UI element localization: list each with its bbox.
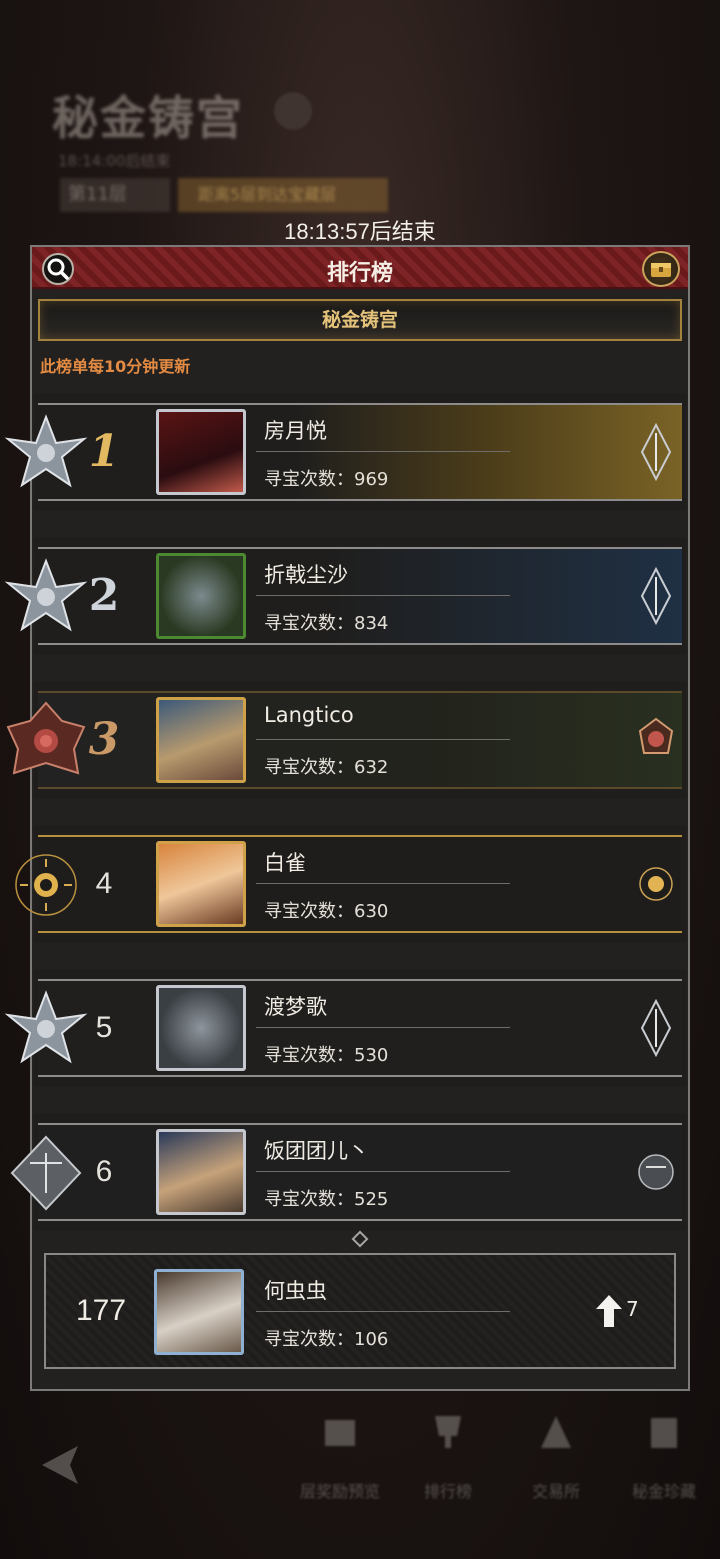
rank-number: 1	[88, 426, 120, 477]
player-name: 白雀	[264, 851, 306, 875]
event-countdown: 18:13:57后结束	[284, 219, 436, 244]
sword-emblem-icon	[640, 999, 672, 1057]
leaderboard-row[interactable]: 1 房月悦 寻宝次数：969	[4, 393, 686, 511]
treasure-count: 寻宝次数：525	[264, 1189, 389, 1210]
nav-label: 交易所	[531, 1482, 580, 1501]
treasure-count: 寻宝次数：969	[264, 469, 389, 490]
player-name: 折戟尘沙	[264, 563, 348, 587]
scales-badge-icon	[638, 1154, 674, 1190]
nav-label: 排行榜	[423, 1482, 472, 1501]
orbit-emblem-icon	[639, 867, 673, 901]
rank-number: 5	[95, 1011, 113, 1044]
update-notice: 此榜单每10分钟更新	[40, 357, 191, 376]
nav-exchange[interactable]: 交易所	[506, 1408, 606, 1508]
nav-reward-preview[interactable]: 层奖励预览	[290, 1408, 390, 1508]
leaderboard-row[interactable]: 5 渡梦歌 寻宝次数：530	[4, 969, 686, 1087]
back-arrow-icon[interactable]	[38, 1440, 92, 1490]
background-floor-label: 第11层	[60, 178, 170, 212]
rank-number: 6	[95, 1155, 113, 1188]
exchange-icon	[541, 1416, 571, 1448]
avatar[interactable]	[156, 985, 246, 1071]
background-title: 秘金铸宫	[52, 91, 244, 145]
arrow-up-icon	[596, 1295, 622, 1327]
leaderboard-header: 排行榜	[32, 247, 688, 289]
rank-change: 7	[626, 1297, 639, 1321]
leaderboard-panel: 排行榜 秘金铸宫 此榜单每10分钟更新 1 房月悦 寻宝次数：969 2 折戟尘…	[4, 245, 690, 1391]
nav-treasure-collection[interactable]: 秘金珍藏	[614, 1408, 714, 1508]
my-rank-number: 177	[75, 1294, 127, 1327]
treasure-count: 寻宝次数：530	[264, 1045, 389, 1066]
nav-leaderboard[interactable]: 排行榜	[398, 1408, 498, 1508]
leaderboard-row[interactable]: 4 白雀 寻宝次数：630	[15, 825, 686, 943]
background-goal-banner: 距离5层到达宝藏层	[178, 178, 388, 212]
player-name: 渡梦歌	[264, 995, 327, 1019]
treasure-count: 寻宝次数：630	[264, 901, 389, 922]
nav-label: 秘金珍藏	[631, 1482, 696, 1501]
player-name: 房月悦	[264, 419, 327, 443]
player-name: 饭团团儿丶	[264, 1139, 369, 1163]
avatar[interactable]	[154, 1269, 244, 1355]
rank-number: 4	[95, 867, 113, 900]
rank-number: 2	[88, 570, 120, 621]
leaderboard-row[interactable]: 2 折戟尘沙 寻宝次数：834	[4, 537, 686, 655]
treasure-count: 寻宝次数：834	[264, 613, 389, 634]
treasure-count: 寻宝次数：632	[264, 757, 389, 778]
reward-preview-icon	[325, 1420, 355, 1446]
my-rank-row[interactable]: 177 何虫虫 寻宝次数：106 7	[44, 1253, 676, 1369]
background-subtitle: 18:14:00后结束	[58, 152, 171, 170]
avatar[interactable]	[156, 409, 246, 495]
leaderboard-title: 排行榜	[326, 261, 393, 286]
trophy-icon	[435, 1416, 461, 1448]
treasure-chest-icon[interactable]	[642, 251, 680, 287]
sword-emblem-icon	[640, 567, 672, 625]
sword-emblem-icon	[640, 423, 672, 481]
avatar[interactable]	[156, 553, 246, 639]
dungeon-name-bar: 秘金铸宫	[38, 299, 682, 341]
nav-label: 层奖励预览	[299, 1482, 380, 1501]
avatar[interactable]	[156, 841, 246, 927]
avatar[interactable]	[156, 1129, 246, 1215]
treasure-collection-icon	[651, 1418, 677, 1448]
treasure-count: 寻宝次数：106	[264, 1329, 389, 1350]
player-name: Langtico	[264, 703, 354, 727]
leaderboard-row[interactable]: 3 Langtico 寻宝次数：632	[6, 681, 686, 799]
rose-badge-icon	[638, 717, 674, 754]
rank-number: 3	[88, 714, 120, 765]
player-name: 何虫虫	[264, 1279, 327, 1303]
leaderboard-row[interactable]: 6 饭团团儿丶 寻宝次数：525	[10, 1113, 686, 1231]
avatar[interactable]	[156, 697, 246, 783]
divider-ornament	[351, 1230, 369, 1248]
background-search-icon	[274, 92, 312, 130]
